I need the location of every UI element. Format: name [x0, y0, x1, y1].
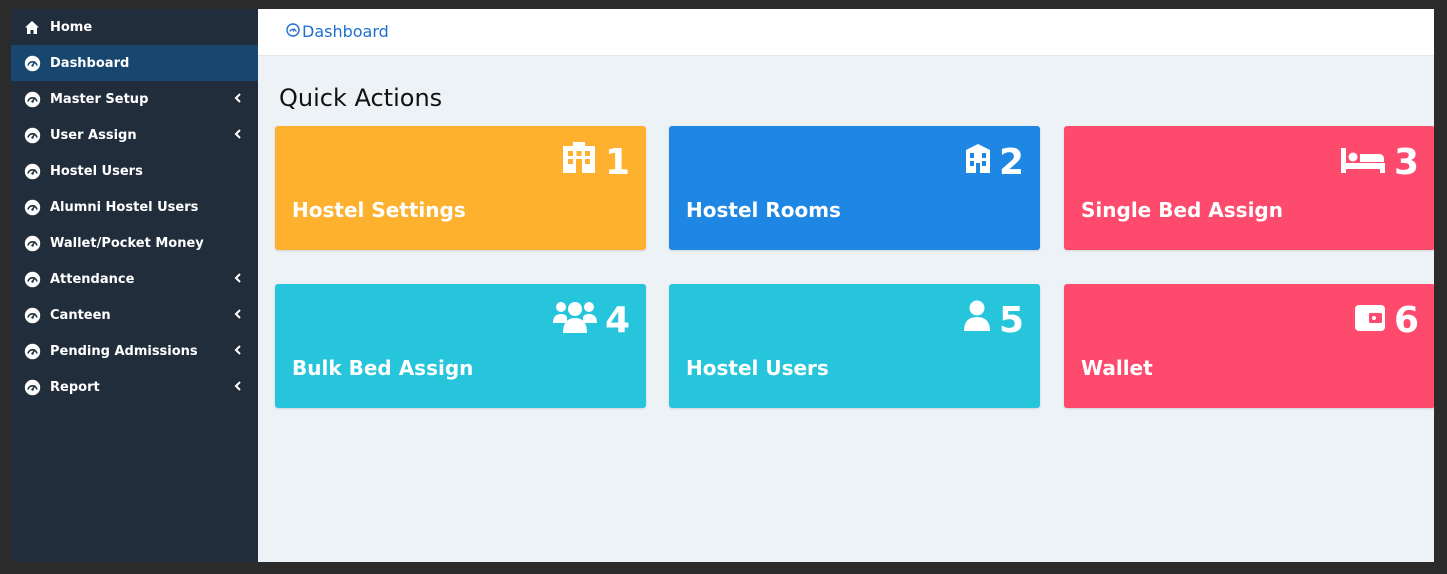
- card-number: 5: [998, 299, 1024, 341]
- dashboard-gauge-icon: [23, 90, 41, 108]
- sidebar-item-label: Report: [50, 379, 100, 395]
- dashboard-gauge-icon: [23, 234, 41, 252]
- sidebar-item-label: Attendance: [50, 271, 135, 287]
- card-label: Wallet: [1081, 356, 1153, 380]
- sidebar-item-wallet-pocket-money[interactable]: Wallet/Pocket Money: [11, 225, 258, 261]
- card-stat: 1: [561, 141, 630, 183]
- chevron-left-icon: [232, 379, 244, 393]
- sidebar-item-label: Home: [50, 19, 93, 35]
- sidebar-item-label: Master Setup: [50, 91, 149, 107]
- card-single-bed-assign[interactable]: 3 Single Bed Assign: [1064, 126, 1434, 250]
- dashboard-gauge-icon: [286, 22, 302, 41]
- card-stat: 2: [965, 141, 1024, 183]
- sidebar-item-hostel-users[interactable]: Hostel Users: [11, 153, 258, 189]
- user-icon: [963, 300, 999, 341]
- sidebar-item-user-assign[interactable]: User Assign: [11, 117, 258, 153]
- chevron-left-icon: [232, 271, 244, 285]
- top-bar: Dashboard: [258, 9, 1434, 56]
- card-hostel-rooms[interactable]: 2 Hostel Rooms: [669, 126, 1040, 250]
- card-number: 6: [1393, 299, 1419, 341]
- sidebar-item-canteen[interactable]: Canteen: [11, 297, 258, 333]
- card-label: Hostel Rooms: [686, 198, 841, 222]
- hotel-icon: [965, 142, 999, 183]
- sidebar-item-report[interactable]: Report: [11, 369, 258, 405]
- card-label: Single Bed Assign: [1081, 198, 1283, 222]
- breadcrumb-label: Dashboard: [302, 22, 389, 41]
- card-stat: 3: [1340, 141, 1419, 183]
- dashboard-gauge-icon: [23, 162, 41, 180]
- dashboard-gauge-icon: [23, 198, 41, 216]
- wallet-icon: [1354, 300, 1394, 341]
- sidebar: Home Dashboard Master Setup User Assign: [11, 9, 258, 562]
- card-wallet[interactable]: 6 Wallet: [1064, 284, 1434, 408]
- chevron-left-icon: [232, 307, 244, 321]
- card-number: 2: [998, 141, 1024, 183]
- card-label: Hostel Settings: [292, 198, 466, 222]
- chevron-left-icon: [232, 91, 244, 105]
- page-title: Quick Actions: [279, 84, 443, 112]
- sidebar-item-pending-admissions[interactable]: Pending Admissions: [11, 333, 258, 369]
- card-label: Hostel Users: [686, 356, 829, 380]
- breadcrumb-dashboard[interactable]: Dashboard: [286, 22, 389, 41]
- sidebar-item-home[interactable]: Home: [11, 9, 258, 45]
- card-number: 4: [604, 299, 630, 341]
- dashboard-gauge-icon: [23, 306, 41, 324]
- card-stat: 6: [1354, 299, 1419, 341]
- sidebar-item-label: Dashboard: [50, 55, 130, 71]
- sidebar-item-label: Alumni Hostel Users: [50, 199, 199, 215]
- dashboard-gauge-icon: [23, 342, 41, 360]
- chevron-left-icon: [232, 127, 244, 141]
- sidebar-item-label: Hostel Users: [50, 163, 143, 179]
- sidebar-item-label: Wallet/Pocket Money: [50, 235, 204, 251]
- sidebar-item-label: Pending Admissions: [50, 343, 198, 359]
- card-bulk-bed-assign[interactable]: 4 Bulk Bed Assign: [275, 284, 646, 408]
- card-number: 3: [1393, 141, 1419, 183]
- dashboard-gauge-icon: [23, 378, 41, 396]
- app-window: Home Dashboard Master Setup User Assign: [11, 9, 1434, 562]
- sidebar-item-label: User Assign: [50, 127, 137, 143]
- dashboard-gauge-icon: [23, 54, 41, 72]
- bed-icon: [1340, 142, 1394, 183]
- dashboard-gauge-icon: [23, 270, 41, 288]
- home-icon: [23, 18, 41, 36]
- sidebar-item-label: Canteen: [50, 307, 111, 323]
- sidebar-item-alumni-hostel-users[interactable]: Alumni Hostel Users: [11, 189, 258, 225]
- sidebar-item-master-setup[interactable]: Master Setup: [11, 81, 258, 117]
- card-hostel-users[interactable]: 5 Hostel Users: [669, 284, 1040, 408]
- card-hostel-settings[interactable]: 1 Hostel Settings: [275, 126, 646, 250]
- card-stat: 4: [552, 299, 630, 342]
- building-icon: [561, 141, 605, 183]
- card-stat: 5: [963, 299, 1024, 341]
- sidebar-item-dashboard[interactable]: Dashboard: [11, 45, 258, 81]
- dashboard-gauge-icon: [23, 126, 41, 144]
- chevron-left-icon: [232, 343, 244, 357]
- card-number: 1: [604, 141, 630, 183]
- sidebar-item-attendance[interactable]: Attendance: [11, 261, 258, 297]
- card-label: Bulk Bed Assign: [292, 356, 474, 380]
- users-icon: [552, 299, 605, 342]
